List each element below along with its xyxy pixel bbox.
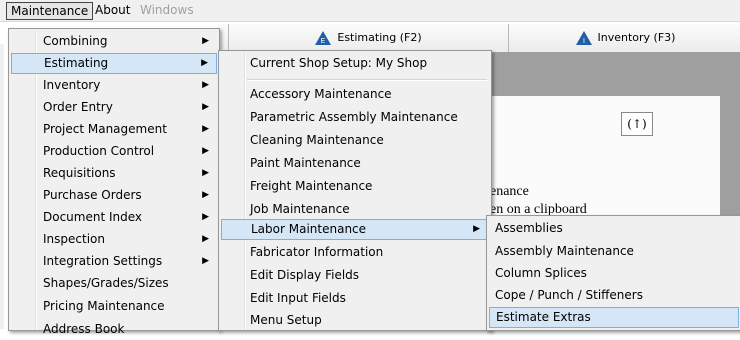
tab-inventory-label: Inventory (F3) — [597, 31, 676, 44]
menu-item-label: Production Control — [43, 144, 155, 158]
menu-item-label: Assemblies — [495, 221, 563, 235]
menu-item-requisitions[interactable]: Requisitions ▶ — [11, 163, 217, 184]
submenu-arrow-icon: ▶ — [202, 146, 209, 156]
menu-item-parametric-assembly-maintenance[interactable]: Parametric Assembly Maintenance — [221, 107, 489, 128]
menu-item-label: Pricing Maintenance — [43, 299, 165, 313]
menu-item-job-maintenance[interactable]: Job Maintenance — [221, 199, 489, 220]
menu-item-label: Inventory — [43, 78, 101, 92]
svg-text:E: E — [321, 38, 326, 45]
menu-item-label: Address Book — [43, 322, 125, 336]
menu-item-label: Inspection — [43, 232, 105, 246]
menu-item-inspection[interactable]: Inspection ▶ — [11, 229, 217, 250]
maintenance-menu: Combining ▶ Estimating ▶ Inventory ▶ Order … — [8, 28, 220, 336]
menu-item-assemblies[interactable]: Assemblies — [489, 218, 739, 239]
menu-item-label: Labor Maintenance — [251, 222, 367, 236]
menu-item-inventory[interactable]: Inventory ▶ — [11, 75, 217, 96]
submenu-arrow-icon: ▶ — [202, 190, 209, 200]
menu-item-purchase-orders[interactable]: Purchase Orders ▶ — [11, 185, 217, 206]
tab-strip: E Estimating (F2) I Inventory (F3) — [218, 24, 740, 53]
menu-about[interactable]: About — [91, 2, 134, 18]
menu-item-estimate-extras[interactable]: Estimate Extras — [489, 307, 739, 328]
menu-item-labor-maintenance[interactable]: Labor Maintenance ▶ — [221, 219, 489, 240]
menu-item-label: Current Shop Setup: My Shop — [250, 56, 428, 70]
gray-header-panel — [488, 52, 740, 96]
menu-maintenance[interactable]: Maintenance — [6, 2, 94, 20]
menu-item-label: Integration Settings — [43, 254, 163, 268]
svg-text:I: I — [583, 38, 585, 45]
menu-item-menu-setup[interactable]: Menu Setup — [221, 310, 489, 331]
menu-item-accessory-maintenance[interactable]: Accessory Maintenance — [221, 84, 489, 105]
submenu-arrow-icon: ▶ — [202, 36, 209, 46]
menu-item-label: Order Entry — [43, 100, 113, 114]
menu-item-freight-maintenance[interactable]: Freight Maintenance — [221, 176, 489, 197]
menu-item-label: Edit Input Fields — [250, 291, 346, 305]
menu-item-cope-punch-stiffeners[interactable]: Cope / Punch / Stiffeners — [489, 285, 739, 306]
menu-item-cleaning-maintenance[interactable]: Cleaning Maintenance — [221, 130, 489, 151]
menu-item-label: Edit Display Fields — [250, 268, 360, 282]
submenu-arrow-icon: ▶ — [202, 168, 209, 178]
menu-item-label: Estimating — [44, 56, 109, 70]
menu-item-label: Accessory Maintenance — [250, 87, 392, 101]
submenu-arrow-icon: ▶ — [202, 256, 209, 266]
menu-item-label: Document Index — [43, 210, 143, 224]
menu-item-project-management[interactable]: Project Management ▶ — [11, 119, 217, 140]
submenu-arrow-icon: ▶ — [202, 102, 209, 112]
menu-windows[interactable]: Windows — [136, 2, 198, 18]
menu-item-label: Cope / Punch / Stiffeners — [495, 288, 643, 302]
menu-item-label: Project Management — [43, 122, 167, 136]
menu-item-current-shop-setup[interactable]: Current Shop Setup: My Shop — [221, 53, 489, 74]
background-text-line-1: enance — [490, 184, 529, 199]
menu-item-label: Purchase Orders — [43, 188, 142, 202]
menu-item-label: Shapes/Grades/Sizes — [43, 276, 169, 290]
menu-item-shapes-grades-sizes[interactable]: Shapes/Grades/Sizes — [11, 273, 217, 294]
submenu-arrow-icon: ▶ — [202, 124, 209, 134]
menu-item-document-index[interactable]: Document Index ▶ — [11, 207, 217, 228]
menu-item-label: Cleaning Maintenance — [250, 133, 384, 147]
menu-item-column-splices[interactable]: Column Splices — [489, 263, 739, 284]
menu-item-integration-settings[interactable]: Integration Settings ▶ — [11, 251, 217, 272]
labor-maintenance-submenu: Assemblies Assembly Maintenance Column S… — [486, 215, 740, 331]
estimating-submenu: Current Shop Setup: My Shop Accessory Ma… — [218, 50, 492, 331]
right-gray-strip — [720, 96, 740, 216]
menu-item-label: Paint Maintenance — [250, 156, 361, 170]
submenu-arrow-icon: ▶ — [202, 234, 209, 244]
menu-item-label: Column Splices — [495, 266, 587, 280]
menu-item-order-entry[interactable]: Order Entry ▶ — [11, 97, 217, 118]
estimating-tab-icon: E — [315, 31, 332, 45]
menu-item-label: Estimate Extras — [496, 310, 591, 324]
menu-item-paint-maintenance[interactable]: Paint Maintenance — [221, 153, 489, 174]
up-arrow-button[interactable]: (↑) — [621, 112, 653, 136]
window-edge — [0, 44, 4, 329]
menu-item-fabricator-information[interactable]: Fabricator Information — [221, 242, 489, 263]
submenu-arrow-icon: ▶ — [202, 80, 209, 90]
submenu-arrow-icon: ▶ — [201, 58, 208, 68]
menu-bar: Maintenance About Windows — [0, 0, 740, 22]
menu-item-edit-display-fields[interactable]: Edit Display Fields — [221, 265, 489, 286]
menu-separator — [247, 79, 487, 81]
tab-estimating-label: Estimating (F2) — [337, 31, 422, 44]
menu-item-label: Fabricator Information — [250, 245, 384, 259]
menu-item-estimating[interactable]: Estimating ▶ — [11, 53, 217, 74]
tab-estimating[interactable]: E Estimating (F2) — [228, 24, 507, 52]
inventory-tab-icon: I — [575, 31, 592, 45]
submenu-arrow-icon: ▶ — [202, 212, 209, 222]
submenu-arrow-icon: ▶ — [473, 224, 480, 234]
menu-item-address-book[interactable]: Address Book — [11, 319, 217, 340]
menu-item-label: Job Maintenance — [250, 202, 350, 216]
menu-item-label: Freight Maintenance — [250, 179, 373, 193]
menu-item-label: Menu Setup — [250, 313, 322, 327]
menu-item-combining[interactable]: Combining ▶ — [11, 31, 217, 52]
menu-item-production-control[interactable]: Production Control ▶ — [11, 141, 217, 162]
menu-item-label: Requisitions — [43, 166, 116, 180]
menu-item-edit-input-fields[interactable]: Edit Input Fields — [221, 288, 489, 309]
menu-item-label: Combining — [43, 34, 108, 48]
menu-item-label: Parametric Assembly Maintenance — [250, 110, 458, 124]
menu-item-assembly-maintenance[interactable]: Assembly Maintenance — [489, 241, 739, 262]
menu-item-pricing-maintenance[interactable]: Pricing Maintenance — [11, 296, 217, 317]
menu-item-label: Assembly Maintenance — [495, 244, 634, 258]
tab-inventory[interactable]: I Inventory (F3) — [508, 24, 740, 52]
